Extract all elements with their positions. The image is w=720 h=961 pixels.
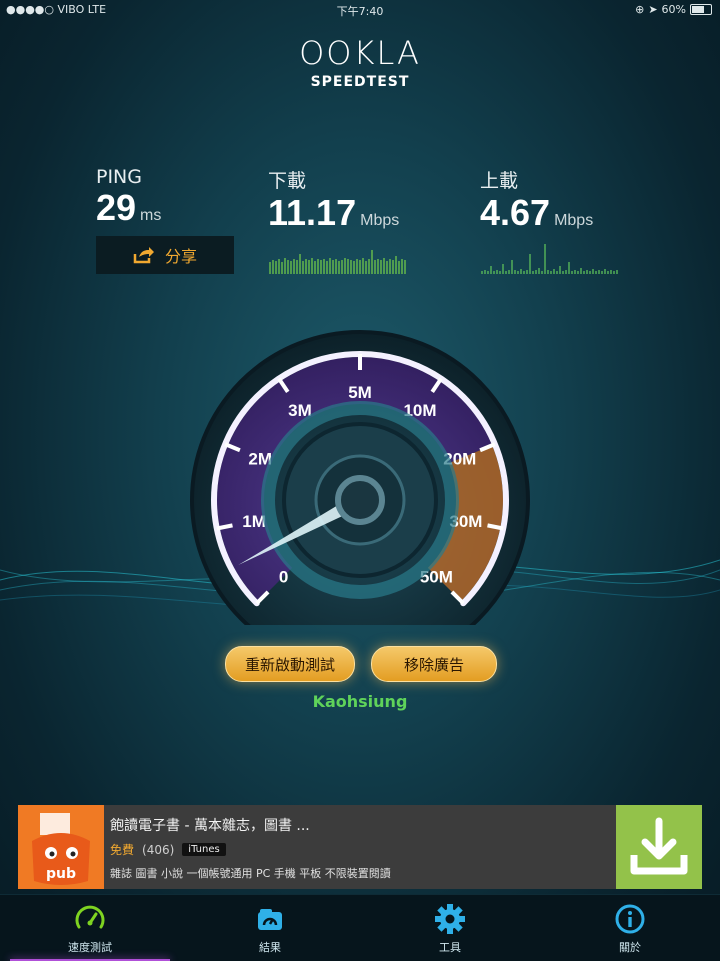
ad-price: 免費 [110, 843, 135, 857]
tab-bar: 速度測試 結果 工具 關於 [0, 894, 720, 961]
ad-icon-text: pub [46, 866, 76, 882]
upload-metric: 上載 4.67 Mbps [480, 166, 593, 241]
tab-speedtest-label: 速度測試 [68, 941, 112, 954]
ping-unit: ms [140, 207, 162, 224]
ping-value: 29 [96, 187, 137, 228]
gear-icon [435, 904, 465, 934]
upload-sparkline [481, 244, 618, 274]
ad-app-icon[interactable]: pub [18, 805, 104, 889]
battery-percent: 60% [661, 3, 686, 16]
download-value: 11.17 [268, 192, 357, 233]
download-sparkline [269, 250, 406, 274]
tab-results-label: 結果 [259, 941, 281, 954]
speed-gauge: 01M2M3M5M10M20M30M50M [190, 330, 530, 625]
app-logo: OOKLA SPEEDTEST [0, 34, 720, 90]
ad-description: 雜誌 圖書 小說 一個帳號通用 PC 手機 平板 不限裝置閱讀 [110, 867, 391, 880]
share-label: 分享 [164, 247, 197, 266]
gauge-label-0: 0 [279, 567, 288, 586]
download-unit: Mbps [360, 212, 400, 229]
restart-test-button[interactable]: 重新啟動測試 [225, 646, 355, 682]
brand-subtitle: SPEEDTEST [310, 74, 410, 90]
status-right: ⊕ ➤ 60% [635, 3, 712, 16]
upload-unit: Mbps [554, 212, 594, 229]
ad-store-badge: iTunes [182, 843, 226, 856]
ad-rating-count: (406) [142, 842, 175, 857]
tab-speedtest[interactable]: 速度測試 [0, 895, 180, 961]
book-mascot-icon: pub [32, 813, 90, 885]
status-bar: ●●●●○ VIBO LTE 下午7:40 ⊕ ➤ 60% [0, 0, 720, 20]
location-icon: ➤ [648, 3, 658, 16]
upload-label: 上載 [480, 170, 519, 192]
ping-label: PING [96, 166, 142, 188]
download-label: 下載 [268, 170, 307, 192]
download-icon [630, 817, 688, 875]
server-location[interactable]: Kaohsiung [0, 692, 720, 711]
rotation-lock-icon: ⊕ [635, 3, 645, 16]
tab-tools[interactable]: 工具 [360, 895, 540, 961]
status-time: 下午7:40 [336, 5, 384, 18]
info-icon [615, 904, 645, 934]
share-button[interactable]: 分享 [96, 236, 234, 274]
ping-metric: PING 29 ms [96, 166, 161, 236]
tab-results[interactable]: 結果 [180, 895, 360, 961]
speedometer-icon [75, 905, 105, 929]
ad-title: 飽讀電子書 - 萬本雜志，圖書 ... [110, 818, 310, 834]
battery-icon [690, 4, 712, 15]
ad-meta: 免費 (406) iTunes [110, 841, 226, 858]
ad-banner[interactable]: pub 飽讀電子書 - 萬本雜志，圖書 ... 免費 (406) iTunes … [18, 805, 702, 889]
tab-about-label: 關於 [619, 941, 641, 954]
remove-ads-button[interactable]: 移除廣告 [371, 646, 497, 682]
tab-tools-label: 工具 [439, 941, 461, 954]
brand-name: OOKLA [299, 34, 421, 72]
gauge-label-4: 5M [348, 383, 372, 402]
upload-value: 4.67 [480, 192, 551, 233]
tab-about[interactable]: 關於 [540, 895, 720, 961]
ad-download-button[interactable] [616, 805, 702, 889]
share-icon [133, 247, 154, 264]
results-icon [258, 909, 282, 930]
download-metric: 下載 11.17 Mbps [268, 166, 399, 241]
